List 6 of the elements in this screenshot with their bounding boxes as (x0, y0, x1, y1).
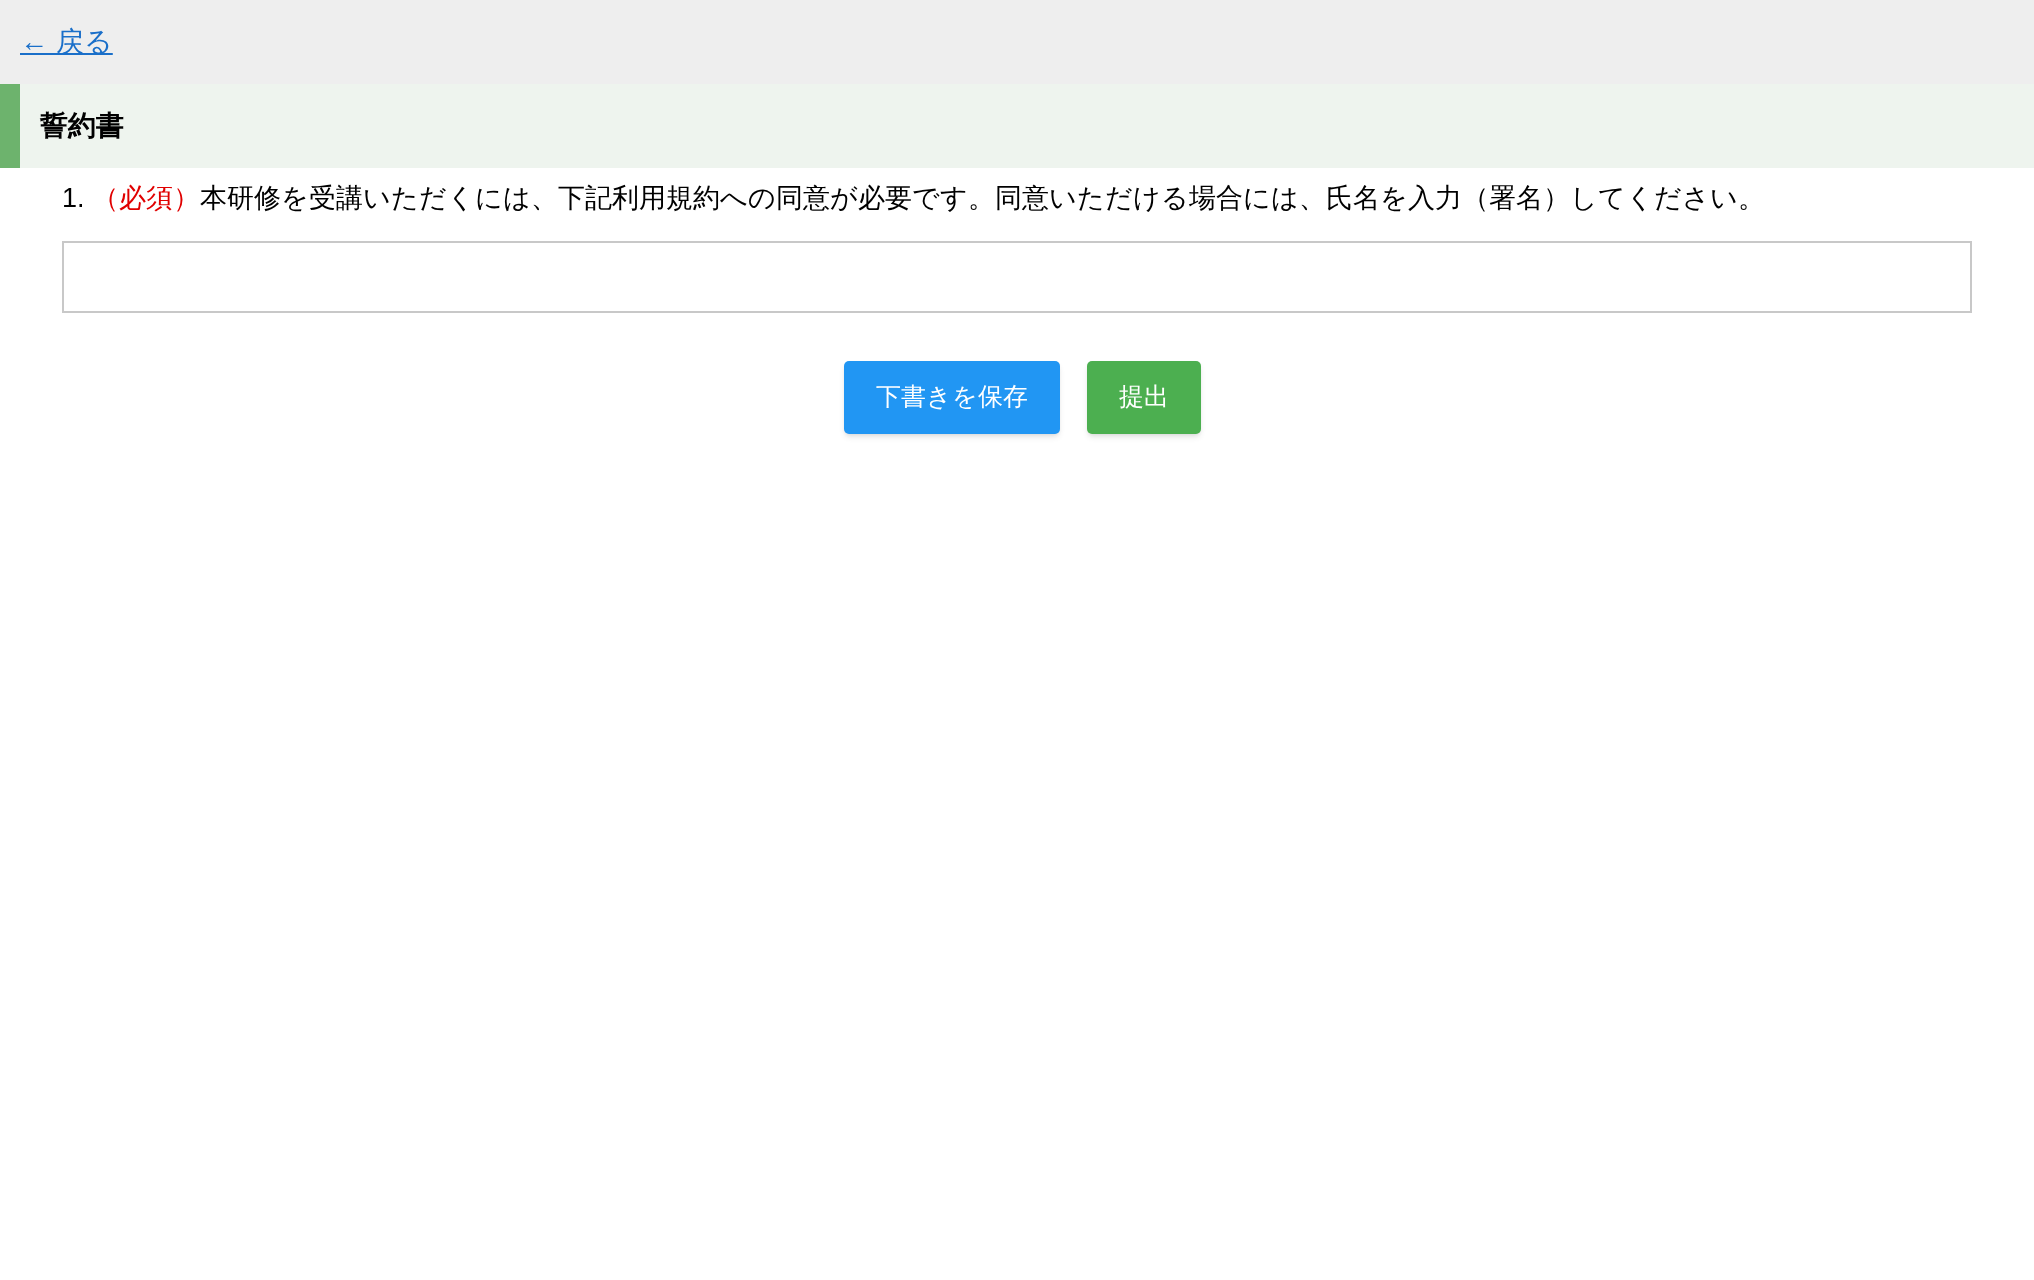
question-text: 1. （必須）本研修を受講いただくには、下記利用規約への同意が必要です。同意いただける場合には、氏名を入力（署名）してください。 (62, 182, 1767, 215)
submit-button[interactable]: 提出 (1086, 360, 1201, 434)
section-title: 誓約書 (40, 109, 124, 143)
save-draft-button[interactable]: 下書きを保存 (843, 360, 1060, 434)
back-link[interactable]: ← 戻る (20, 21, 113, 63)
input-field[interactable] (62, 240, 1972, 313)
